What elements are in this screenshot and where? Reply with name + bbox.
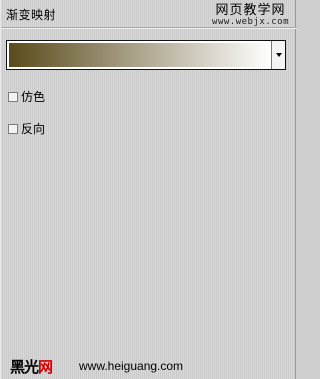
reverse-label: 反向 <box>21 122 46 136</box>
watermark: 网页教学网 www.webjx.com <box>212 4 289 27</box>
watermark-text: 网页教学网 <box>215 3 286 18</box>
panel-title: 渐变映射 <box>6 8 57 22</box>
chevron-down-icon <box>275 53 282 57</box>
gradient-dropdown-button[interactable] <box>271 41 285 69</box>
site-logo: 黑光网 <box>10 356 53 377</box>
gradient-picker[interactable] <box>6 40 286 70</box>
gradient-map-panel: 渐变映射 网页教学网 www.webjx.com 仿色 反向 黑光网 www.h… <box>0 0 297 379</box>
divider <box>1 27 297 29</box>
reverse-checkbox[interactable] <box>8 123 18 134</box>
logo-accent-text: 网 <box>38 358 53 376</box>
footer: 黑光网 www.heiguang.com <box>1 353 297 379</box>
reverse-option[interactable]: 反向 <box>8 120 45 137</box>
watermark-url: www.webjx.com <box>212 17 289 27</box>
gradient-preview[interactable] <box>9 43 271 67</box>
dither-label: 仿色 <box>21 90 46 104</box>
dither-option[interactable]: 仿色 <box>8 88 45 105</box>
dither-checkbox[interactable] <box>8 91 18 102</box>
site-url: www.heiguang.com <box>79 359 184 373</box>
logo-text: 黑光 <box>10 358 39 376</box>
